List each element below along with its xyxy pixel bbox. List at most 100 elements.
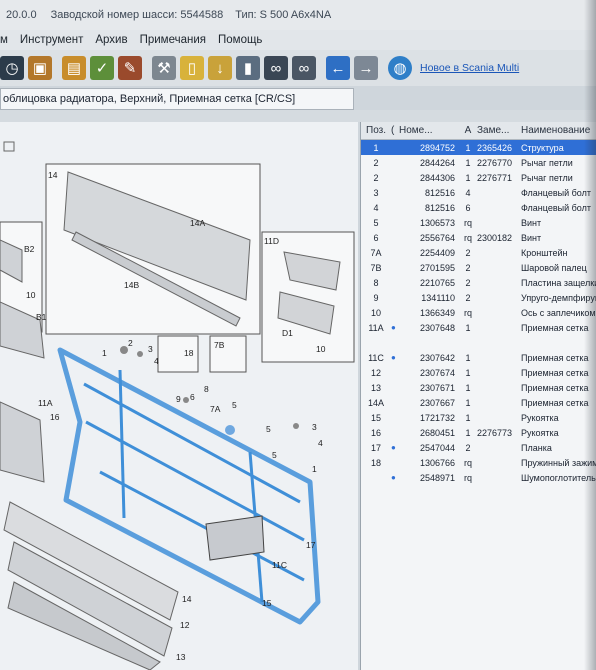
callout-9: 9 — [176, 394, 181, 404]
callout-4-right: 4 — [318, 438, 323, 448]
col-a[interactable]: A — [459, 125, 477, 136]
menu-item-view[interactable]: м — [0, 34, 8, 46]
table-row[interactable]: ● 2548971 rq Шумопоглотитель — [361, 470, 596, 485]
table-row[interactable]: 7A 2254409 2 Кронштейн — [361, 245, 596, 260]
bottle-icon[interactable]: ▮ — [236, 56, 260, 80]
assembly-title: облицовка радиатора, Верхний, Приемная с… — [3, 93, 296, 105]
cell-quantity: rq — [463, 232, 472, 243]
cell-position: 2 — [373, 157, 379, 168]
callout-14: 14 — [48, 170, 58, 180]
info-icon[interactable]: ● — [391, 353, 399, 362]
arrow-right-icon[interactable]: → — [354, 56, 378, 80]
book-icon[interactable]: ▤ — [62, 56, 86, 80]
table-row[interactable]: 1 2894752 1 2365426 Структура — [361, 140, 596, 155]
callout-3-right: 3 — [312, 422, 317, 432]
callout-b2: B2 — [24, 244, 35, 254]
table-header: Поз. ( Номе... A Заме... Наименование — [361, 122, 596, 140]
info-icon[interactable]: ● — [391, 443, 399, 452]
callout-10-right: 10 — [316, 344, 326, 354]
cell-position: 9 — [373, 292, 379, 303]
print-icon — [3, 141, 15, 152]
app-version: 20.0.0 — [6, 9, 37, 21]
table-row[interactable]: 18 1306766 rq Пружинный зажим — [361, 455, 596, 470]
callout-7b: 7B — [214, 340, 225, 350]
cell-quantity: rq — [463, 457, 472, 468]
cell-quantity: 6 — [465, 202, 471, 213]
arrow-down-icon[interactable]: ↓ — [208, 56, 232, 80]
table-row[interactable]: 3 812516 4 Фланцевый болт — [361, 185, 596, 200]
col-flag[interactable]: ( — [391, 125, 399, 136]
callout-18: 18 — [184, 348, 194, 358]
cell-position: 11A — [368, 322, 384, 333]
table-row[interactable]: 17 ● 2547044 2 Планка — [361, 440, 596, 455]
cell-position: 4 — [373, 202, 379, 213]
cell-replacement: 2300182 — [477, 232, 513, 243]
table-row[interactable]: 12 2307674 1 Приемная сетка — [361, 365, 596, 380]
col-pos[interactable]: Поз. — [361, 125, 391, 136]
col-replacement[interactable]: Заме... — [477, 125, 521, 136]
exploded-diagram[interactable]: 14 14A 14B B2 10 B1 11D D1 10 18 7B 2 3 … — [0, 122, 358, 670]
info-icon[interactable]: ● — [391, 323, 399, 332]
screen-edge-shade — [584, 0, 596, 670]
clock-icon[interactable]: ◷ — [0, 56, 24, 80]
col-number[interactable]: Номе... — [399, 125, 459, 136]
cell-position: 5 — [373, 217, 379, 228]
binoculars-icon[interactable]: ∞ — [264, 56, 288, 80]
table-row[interactable]: 4 812516 6 Фланцевый болт — [361, 200, 596, 215]
table-row[interactable] — [361, 335, 596, 350]
cell-position: 7B — [370, 262, 382, 273]
cell-replacement: 2276773 — [477, 427, 513, 438]
arrow-left-icon[interactable]: ← — [326, 56, 350, 80]
table-row[interactable]: 8 2210765 2 Пластина защелки — [361, 275, 596, 290]
cell-part-number: 2547044 — [419, 442, 455, 453]
table-row[interactable]: 9 1341110 2 Упруго-демпфирую — [361, 290, 596, 305]
cell-quantity: 1 — [465, 172, 471, 183]
menu-item-notes[interactable]: Примечания — [140, 34, 206, 46]
menu-item-tools[interactable]: Инструмент — [20, 34, 83, 46]
cell-position: 14A — [367, 397, 384, 408]
bolt-3 — [137, 351, 143, 357]
menu-item-help[interactable]: Помощь — [218, 34, 262, 46]
table-row[interactable]: 2 2844306 1 2276771 Рычаг петли — [361, 170, 596, 185]
table-row[interactable]: 6 2556764 rq 2300182 Винт — [361, 230, 596, 245]
cell-quantity: 1 — [465, 427, 471, 438]
table-row[interactable]: 10 1366349 rq Ось с заплечиком — [361, 305, 596, 320]
menu-item-archive[interactable]: Архив — [95, 34, 127, 46]
cell-part-number: 1366349 — [419, 307, 455, 318]
cell-position: 1 — [373, 142, 379, 153]
document-icon[interactable]: ▯ — [180, 56, 204, 80]
table-row[interactable]: 11C ● 2307642 1 Приемная сетка — [361, 350, 596, 365]
table-row[interactable]: 16 2680451 1 2276773 Рукоятка — [361, 425, 596, 440]
cell-quantity: 1 — [465, 397, 471, 408]
cell-quantity: 2 — [465, 442, 471, 453]
book-edit-icon[interactable]: ✎ — [118, 56, 142, 80]
callout-b1: B1 — [36, 312, 47, 322]
cell-quantity: 1 — [465, 157, 471, 168]
cell-part-number: 2701595 — [419, 262, 455, 273]
wrench-icon[interactable]: ⚒ — [152, 56, 176, 80]
table-row[interactable]: 13 2307671 1 Приемная сетка — [361, 380, 596, 395]
table-row[interactable]: 14A 2307667 1 Приемная сетка — [361, 395, 596, 410]
callout-11c: 11C — [272, 560, 287, 570]
book-check-icon[interactable]: ✓ — [90, 56, 114, 80]
info-icon[interactable]: ● — [391, 473, 399, 482]
cell-part-number: 812516 — [424, 187, 455, 198]
table-row[interactable]: 5 1306573 rq Винт — [361, 215, 596, 230]
cell-quantity: 2 — [465, 292, 471, 303]
binoculars-alt-icon[interactable]: ∞ — [292, 56, 316, 80]
cell-quantity: 2 — [465, 262, 471, 273]
callout-11d: 11D — [264, 236, 279, 246]
table-row[interactable]: 7B 2701595 2 Шаровой палец — [361, 260, 596, 275]
whats-new-link[interactable]: Новое в Scania Multi — [420, 62, 519, 74]
table-row[interactable]: 2 2844264 1 2276770 Рычаг петли — [361, 155, 596, 170]
globe-icon[interactable]: ◍ — [388, 56, 412, 80]
table-row[interactable]: 11A ● 2307648 1 Приемная сетка — [361, 320, 596, 335]
table-row[interactable]: 15 1721732 1 Рукоятка — [361, 410, 596, 425]
cell-quantity: rq — [463, 307, 472, 318]
grille-11c-center — [205, 515, 265, 561]
cell-replacement: 2365426 — [477, 142, 513, 153]
cell-part-number: 2307648 — [419, 322, 455, 333]
callout-13: 13 — [176, 652, 186, 662]
box-icon[interactable]: ▣ — [28, 56, 52, 80]
cell-part-number: 1721732 — [419, 412, 455, 423]
